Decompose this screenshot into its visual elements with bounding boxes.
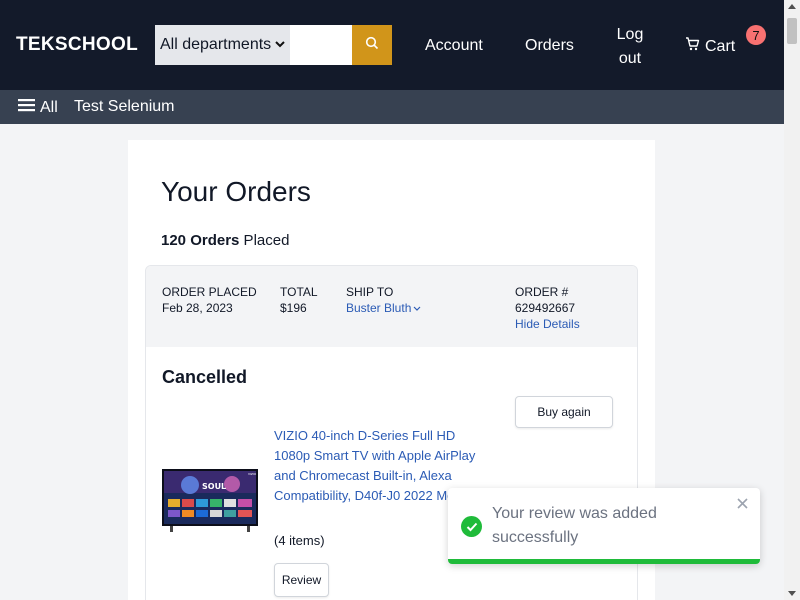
ship-to-dropdown[interactable]: Buster Bluth: [346, 300, 421, 317]
order-total-column: TOTAL $196: [280, 284, 318, 316]
chevron-down-icon: [275, 39, 285, 51]
search-button[interactable]: [352, 25, 392, 65]
toast-message: Your review was added successfully: [492, 505, 657, 546]
order-total-value: $196: [280, 301, 307, 315]
cart-label: Cart: [705, 37, 736, 55]
scroll-up-arrow-icon[interactable]: [788, 4, 796, 9]
orders-count-suffix: Placed: [239, 232, 290, 249]
ship-to-label: SHIP TO: [346, 285, 394, 299]
buy-again-button[interactable]: Buy again: [515, 396, 613, 428]
nav-account-link[interactable]: Account: [425, 37, 483, 55]
cart-count-badge: 7: [746, 25, 766, 45]
search-bar: All departments: [155, 25, 392, 65]
check-circle-icon: [461, 516, 482, 537]
order-number-value: 629492667: [515, 301, 576, 315]
review-button[interactable]: Review: [274, 563, 329, 597]
department-select-value: All departments: [160, 36, 272, 53]
scroll-down-arrow-icon[interactable]: [788, 591, 796, 596]
hide-details-link[interactable]: Hide Details: [515, 316, 580, 332]
sub-navigation: All Test Selenium: [0, 90, 784, 124]
product-screen-title: SOUL: [202, 482, 226, 491]
page-title: Your Orders: [161, 176, 311, 207]
toast-progress-bar: [448, 559, 760, 564]
order-number-column: ORDER # 629492667 Hide Details: [515, 284, 580, 332]
all-menu-label: All: [40, 98, 58, 116]
order-placed-column: ORDER PLACED Feb 28, 2023: [162, 284, 257, 316]
top-header: TEKSCHOOL All departments Account Orders…: [0, 0, 784, 90]
order-header: ORDER PLACED Feb 28, 2023 TOTAL $196 SHI…: [146, 266, 637, 347]
product-image[interactable]: SOUL VIZIO: [162, 469, 258, 532]
nav-logout-link[interactable]: Log out: [615, 23, 645, 71]
ship-to-name: Buster Bluth: [346, 301, 412, 315]
orders-count-number: 120 Orders: [161, 232, 240, 249]
orders-count: 120 Orders Placed: [161, 232, 289, 249]
subnav-link-test-selenium[interactable]: Test Selenium: [74, 98, 175, 116]
order-placed-label: ORDER PLACED: [162, 285, 257, 299]
order-status: Cancelled: [162, 367, 248, 387]
search-input[interactable]: [290, 25, 352, 65]
scroll-thumb[interactable]: [787, 18, 797, 44]
close-icon[interactable]: [737, 496, 748, 514]
department-select[interactable]: All departments: [155, 25, 290, 65]
all-menu-button[interactable]: All: [18, 98, 58, 117]
product-quantity: (4 items): [274, 533, 325, 548]
page-scrollbar[interactable]: [784, 0, 800, 600]
nav-orders-link[interactable]: Orders: [525, 37, 574, 55]
order-placed-date: Feb 28, 2023: [162, 301, 233, 315]
site-logo[interactable]: TEKSCHOOL: [16, 34, 138, 56]
nav-cart-link[interactable]: Cart: [685, 37, 735, 56]
search-icon: [365, 36, 379, 55]
order-number-label: ORDER #: [515, 285, 569, 299]
success-toast: Your review was added successfully: [448, 488, 760, 564]
chevron-down-icon: [413, 304, 421, 314]
order-total-label: TOTAL: [280, 285, 318, 299]
ship-to-column: SHIP TO Buster Bluth: [346, 284, 421, 317]
product-brand-text: VIZIO: [248, 472, 257, 476]
cart-icon: [685, 37, 700, 56]
hamburger-icon: [18, 98, 35, 117]
